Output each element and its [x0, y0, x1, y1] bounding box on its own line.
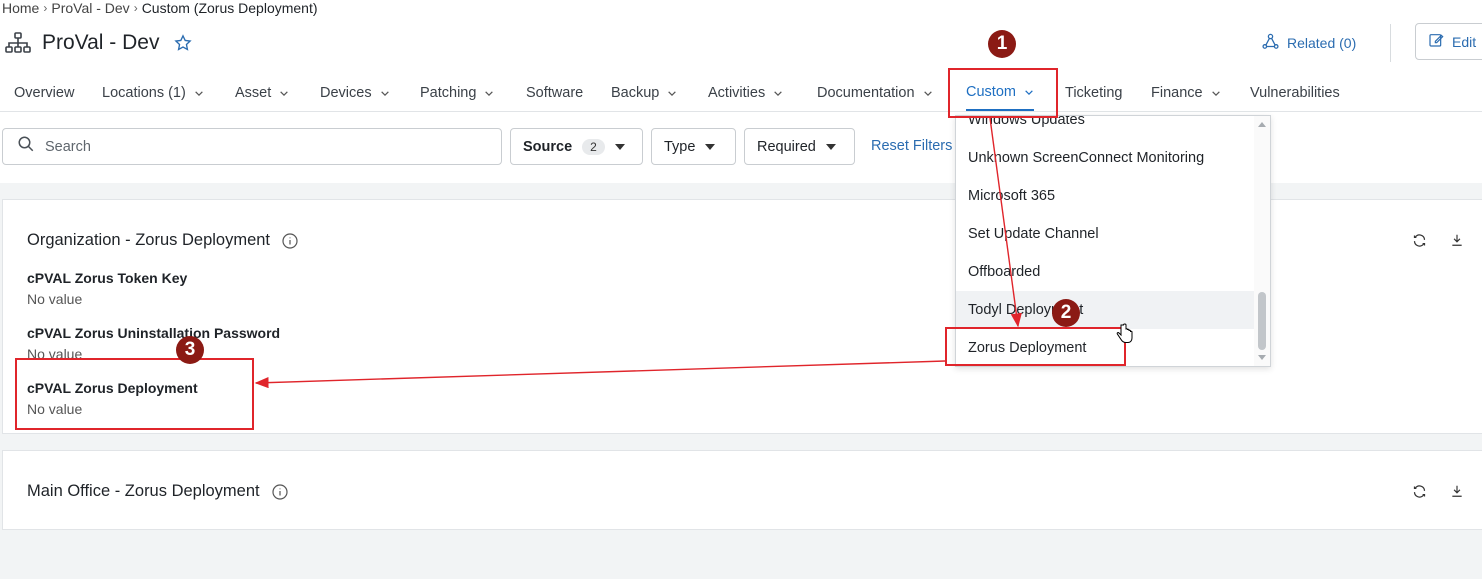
refresh-icon[interactable]	[1410, 231, 1428, 249]
tab-asset[interactable]: Asset	[235, 74, 289, 111]
download-icon[interactable]	[1448, 482, 1466, 500]
tab-label: Asset	[235, 84, 272, 101]
breadcrumb-company[interactable]: ProVal - Dev	[51, 0, 129, 16]
tab-finance[interactable]: Finance	[1151, 74, 1221, 111]
breadcrumb-separator-icon: ›	[43, 1, 48, 15]
chevron-down-icon	[923, 88, 933, 98]
edit-icon	[1428, 32, 1444, 51]
chevron-down-icon	[773, 88, 783, 98]
search-box	[2, 128, 502, 165]
main-office-card: Main Office - Zorus Deployment	[2, 450, 1482, 530]
source-filter-button[interactable]: Source 2	[510, 128, 643, 165]
tab-label: Software	[526, 84, 584, 101]
breadcrumb-home[interactable]: Home	[2, 0, 39, 16]
tab-label: Finance	[1151, 84, 1203, 101]
download-icon[interactable]	[1448, 231, 1466, 249]
chevron-down-icon	[1211, 88, 1221, 98]
related-button[interactable]: Related (0)	[1262, 30, 1356, 56]
dropdown-item-set-update-channel[interactable]: Set Update Channel	[956, 215, 1256, 253]
chevron-down-icon	[484, 88, 494, 98]
reset-filters-link[interactable]: Reset Filters	[871, 138, 952, 154]
source-count-badge: 2	[582, 138, 605, 155]
scroll-thumb[interactable]	[1258, 292, 1266, 350]
tab-label: Activities	[708, 84, 766, 101]
tab-label: Vulnerabilities	[1250, 84, 1340, 101]
tab-label: Overview	[14, 84, 75, 101]
field-value: No value	[27, 346, 83, 362]
tab-vulnerabilities[interactable]: Vulnerabilities	[1250, 74, 1340, 111]
edit-button[interactable]: Edit	[1415, 23, 1482, 60]
breadcrumb: Home › ProVal - Dev › Custom (Zorus Depl…	[2, 0, 318, 16]
dropdown-item-offboarded[interactable]: Offboarded	[956, 253, 1256, 291]
search-input[interactable]	[45, 138, 465, 155]
tab-label: Patching	[420, 84, 477, 101]
tab-bar: Overview Locations (1) Asset Devices Pat…	[0, 74, 1482, 112]
card-title-text: Organization - Zorus Deployment	[27, 231, 271, 249]
dropdown-item-zorus-deployment[interactable]: Zorus Deployment	[956, 329, 1256, 366]
tab-devices[interactable]: Devices	[320, 74, 390, 111]
info-icon[interactable]	[282, 232, 298, 249]
tab-overview[interactable]: Overview	[14, 74, 74, 111]
required-filter-label: Required	[757, 138, 816, 155]
tab-backup[interactable]: Backup	[611, 74, 677, 111]
caret-down-icon	[825, 143, 836, 150]
tab-label: Backup	[611, 84, 660, 101]
required-filter-button[interactable]: Required	[744, 128, 855, 165]
chevron-down-icon	[1024, 87, 1034, 97]
scroll-up-arrow-icon[interactable]	[1258, 122, 1266, 127]
tab-custom[interactable]: Custom	[966, 74, 1034, 111]
dropdown-scrollbar[interactable]	[1254, 116, 1270, 366]
edit-label: Edit	[1452, 33, 1477, 50]
related-icon	[1262, 33, 1279, 53]
card-title: Organization - Zorus Deployment	[27, 231, 298, 250]
tab-locations[interactable]: Locations (1)	[102, 74, 204, 111]
scroll-down-arrow-icon[interactable]	[1258, 355, 1266, 360]
card-title: Main Office - Zorus Deployment	[27, 482, 288, 501]
field-label: cPVAL Zorus Deployment	[27, 380, 198, 396]
tab-activities[interactable]: Activities	[708, 74, 783, 111]
chevron-down-icon	[194, 88, 204, 98]
tab-label: Documentation	[817, 84, 915, 101]
breadcrumb-separator-icon: ›	[133, 1, 138, 15]
tab-patching[interactable]: Patching	[420, 74, 494, 111]
title-row: ProVal - Dev	[4, 28, 193, 58]
breadcrumb-current: Custom (Zorus Deployment)	[141, 0, 318, 16]
card-title-text: Main Office - Zorus Deployment	[27, 482, 260, 500]
tab-label: Ticketing	[1065, 84, 1123, 101]
field-label: cPVAL Zorus Token Key	[27, 270, 188, 286]
chevron-down-icon	[667, 88, 677, 98]
chevron-down-icon	[380, 88, 390, 98]
header-divider	[1390, 24, 1391, 62]
type-filter-label: Type	[664, 138, 696, 155]
tab-ticketing[interactable]: Ticketing	[1065, 74, 1122, 111]
search-icon	[17, 135, 35, 158]
source-filter-label: Source	[523, 138, 573, 155]
field-value: No value	[27, 401, 83, 417]
refresh-icon[interactable]	[1410, 482, 1428, 500]
tab-label: Locations (1)	[102, 84, 186, 101]
page-title: ProVal - Dev	[42, 31, 160, 54]
caret-down-icon	[614, 143, 625, 150]
dropdown-item-todyl-deployment[interactable]: Todyl Deployment	[956, 291, 1256, 329]
tab-documentation[interactable]: Documentation	[817, 74, 933, 111]
favorite-star-icon[interactable]	[173, 33, 193, 53]
org-hierarchy-icon	[4, 31, 32, 55]
chevron-down-icon	[279, 88, 289, 98]
dropdown-item-windows-updates[interactable]: Windows Updates	[956, 116, 1256, 139]
dropdown-item-microsoft-365[interactable]: Microsoft 365	[956, 177, 1256, 215]
field-value: No value	[27, 291, 83, 307]
caret-down-icon	[705, 143, 716, 150]
type-filter-button[interactable]: Type	[651, 128, 736, 165]
tab-software[interactable]: Software	[526, 74, 583, 111]
field-label: cPVAL Zorus Uninstallation Password	[27, 325, 281, 341]
tab-label: Custom	[966, 83, 1016, 100]
related-label: Related (0)	[1287, 35, 1357, 51]
dropdown-item-unknown-screenconnect[interactable]: Unknown ScreenConnect Monitoring	[956, 139, 1256, 177]
custom-dropdown-menu: Windows Updates Unknown ScreenConnect Mo…	[955, 115, 1271, 367]
info-icon[interactable]	[272, 483, 288, 500]
tab-label: Devices	[320, 84, 372, 101]
